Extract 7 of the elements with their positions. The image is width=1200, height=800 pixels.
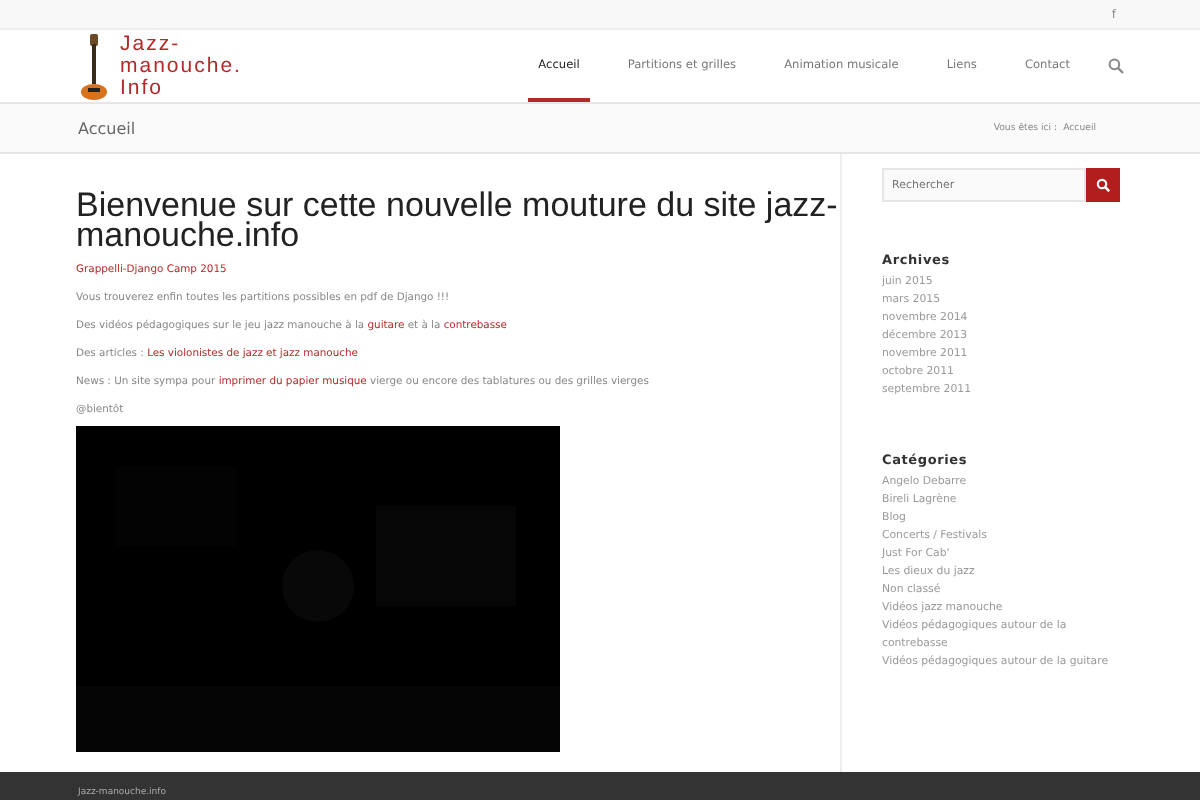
search-button[interactable]: [1086, 168, 1120, 202]
search-icon: [1096, 178, 1110, 192]
guitar-icon: [80, 32, 108, 100]
page-title: Accueil: [78, 119, 136, 137]
article-title: Bienvenue sur cette nouvelle mouture du site jazz-manouche.info: [76, 190, 840, 250]
search-icon[interactable]: [1108, 58, 1124, 74]
logo-text[interactable]: Jazz- manouche. Info: [120, 30, 242, 100]
